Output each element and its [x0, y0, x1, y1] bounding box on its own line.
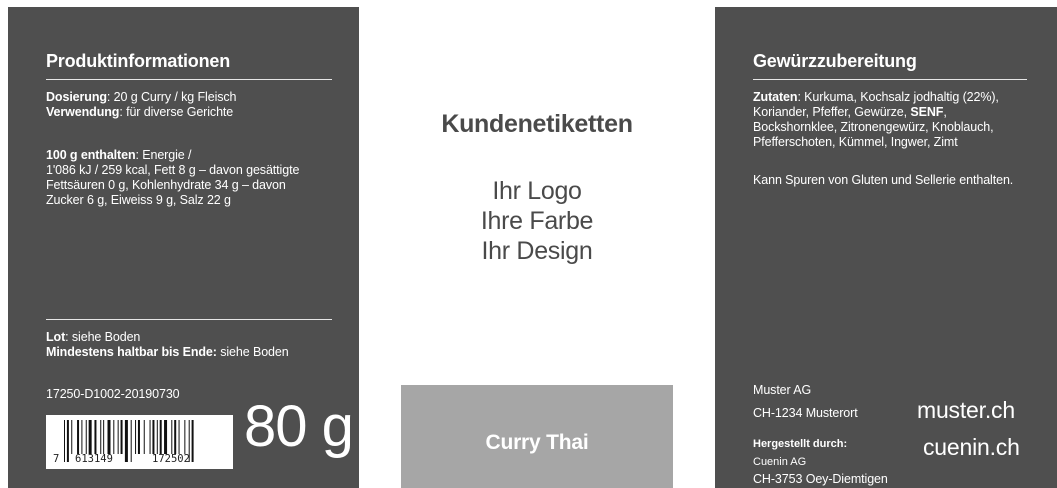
lot-line: Lot: siehe Boden: [46, 330, 140, 345]
company-name: Muster AG: [753, 383, 812, 397]
barcode-bar: [117, 420, 119, 454]
barcode-bar: [77, 420, 80, 454]
spice-preparation-panel: Gewürzzubereitung Zutaten: Kurkuma, Koch…: [715, 7, 1057, 488]
barcode-bar: [71, 420, 73, 454]
dosage-value: : 20 g Curry / kg Fleisch: [106, 90, 237, 104]
allergen-mustard: SENF: [910, 105, 944, 119]
lot-code: 17250-D1002-20190730: [46, 387, 180, 401]
barcode: 7 613149 172502: [46, 415, 233, 469]
spice-preparation-title: Gewürzzubereitung: [753, 51, 917, 71]
usage-value: : für diverse Gerichte: [119, 105, 234, 119]
lot-value: : siehe Boden: [65, 330, 141, 344]
company-city: CH-1234 Musterort: [753, 406, 858, 420]
barcode-bar: [149, 420, 151, 454]
barcode-bar: [94, 420, 97, 454]
dosage-label: Dosierung: [46, 90, 107, 104]
ingredients-line-2: Koriander, Pfeffer, Gewürze,: [753, 105, 911, 119]
barcode-right-digits: 172502: [152, 453, 190, 465]
feature-design: Ihr Design: [481, 237, 593, 265]
barcode-bar: [191, 420, 194, 462]
barcode-bar: [184, 420, 186, 454]
barcode-first-digit: 7: [53, 453, 60, 465]
made-by-label: Hergestellt durch:: [753, 438, 848, 450]
customer-labels-features: Ihr Logo Ihre Farbe Ihr Design: [359, 176, 715, 266]
usage-label: Verwendung: [46, 105, 120, 119]
product-name-box: Curry Thai: [401, 385, 673, 488]
ingredients-line-1: : Kurkuma, Kochsalz jodhaltig (22%),: [797, 90, 999, 104]
barcode-bar: [107, 420, 111, 454]
best-before-value: siehe Boden: [216, 345, 289, 359]
barcode-bar: [164, 420, 168, 454]
nutrition-block: 100 g enthalten: Energie / 1'086 kJ / 25…: [46, 148, 299, 208]
nutrition-line-3: Fettsäuren 0 g, Kohlenhydrate 34 g – dav…: [46, 178, 286, 192]
barcode-bar: [156, 420, 158, 454]
product-name: Curry Thai: [485, 431, 589, 454]
dosage-line: Dosierung: 20 g Curry / kg Fleisch: [46, 90, 237, 105]
barcode-bar: [135, 420, 137, 454]
ingredients-block: Zutaten: Kurkuma, Kochsalz jodhaltig (22…: [753, 90, 999, 150]
barcode-bar: [81, 420, 83, 454]
barcode-bar: [159, 420, 162, 454]
right-title-divider: [753, 79, 1027, 80]
barcode-bar: [137, 420, 140, 454]
customer-labels-title: Kundenetiketten: [441, 110, 633, 138]
barcode-bar: [64, 420, 65, 462]
best-before-line: Mindestens haltbar bis Ende: siehe Boden: [46, 345, 289, 360]
usage-line: Verwendung: für diverse Gerichte: [46, 105, 233, 120]
barcode-bar: [143, 420, 145, 454]
ingredients-line-4: Pfefferschoten, Kümmel, Ingwer, Zimt: [753, 135, 958, 149]
maker-name: Cuenin AG: [753, 456, 807, 468]
company-url: muster.ch: [917, 397, 1015, 423]
lot-divider: [46, 319, 332, 320]
maker-city: CH-3753 Oey-Diemtigen: [753, 472, 888, 486]
barcode-bar: [88, 420, 92, 454]
barcode-bar: [152, 420, 155, 454]
nutrition-label: 100 g enthalten: [46, 148, 136, 162]
net-weight: 80 g: [244, 394, 354, 459]
title-divider: [46, 79, 332, 80]
nutrition-line-2: 1'086 kJ / 259 kcal, Fett 8 g – davon ge…: [46, 163, 300, 177]
nutrition-line-1: : Energie /: [135, 148, 192, 162]
barcode-bar: [66, 420, 69, 462]
barcode-bar: [113, 420, 115, 454]
ingredients-line-2-end: ,: [943, 105, 947, 119]
barcode-bar: [178, 420, 180, 454]
barcode-bar: [130, 420, 132, 462]
product-info-title: Produktinformationen: [46, 51, 230, 71]
barcode-bar: [103, 420, 105, 454]
barcode-bar: [174, 420, 177, 454]
feature-logo: Ihr Logo: [492, 177, 582, 205]
barcode-bar: [171, 420, 173, 454]
nutrition-line-4: Zucker 6 g, Eiweiss 9 g, Salz 22 g: [46, 193, 231, 207]
feature-color: Ihre Farbe: [480, 207, 594, 235]
barcode-bar: [85, 420, 87, 454]
barcode-bar: [124, 420, 128, 462]
traces-notice: Kann Spuren von Gluten und Sellerie enth…: [753, 173, 1014, 187]
lot-label: Lot: [46, 330, 66, 344]
ingredients-label: Zutaten: [753, 90, 798, 104]
maker-url: cuenin.ch: [923, 434, 1020, 460]
best-before-label: Mindestens haltbar bis Ende:: [46, 345, 217, 359]
barcode-bar: [100, 420, 102, 454]
ingredients-line-3: Bockshornklee, Zitronengewürz, Knoblauch…: [753, 120, 994, 134]
barcode-left-digits: 613149: [75, 453, 113, 465]
barcode-bar: [120, 420, 123, 454]
